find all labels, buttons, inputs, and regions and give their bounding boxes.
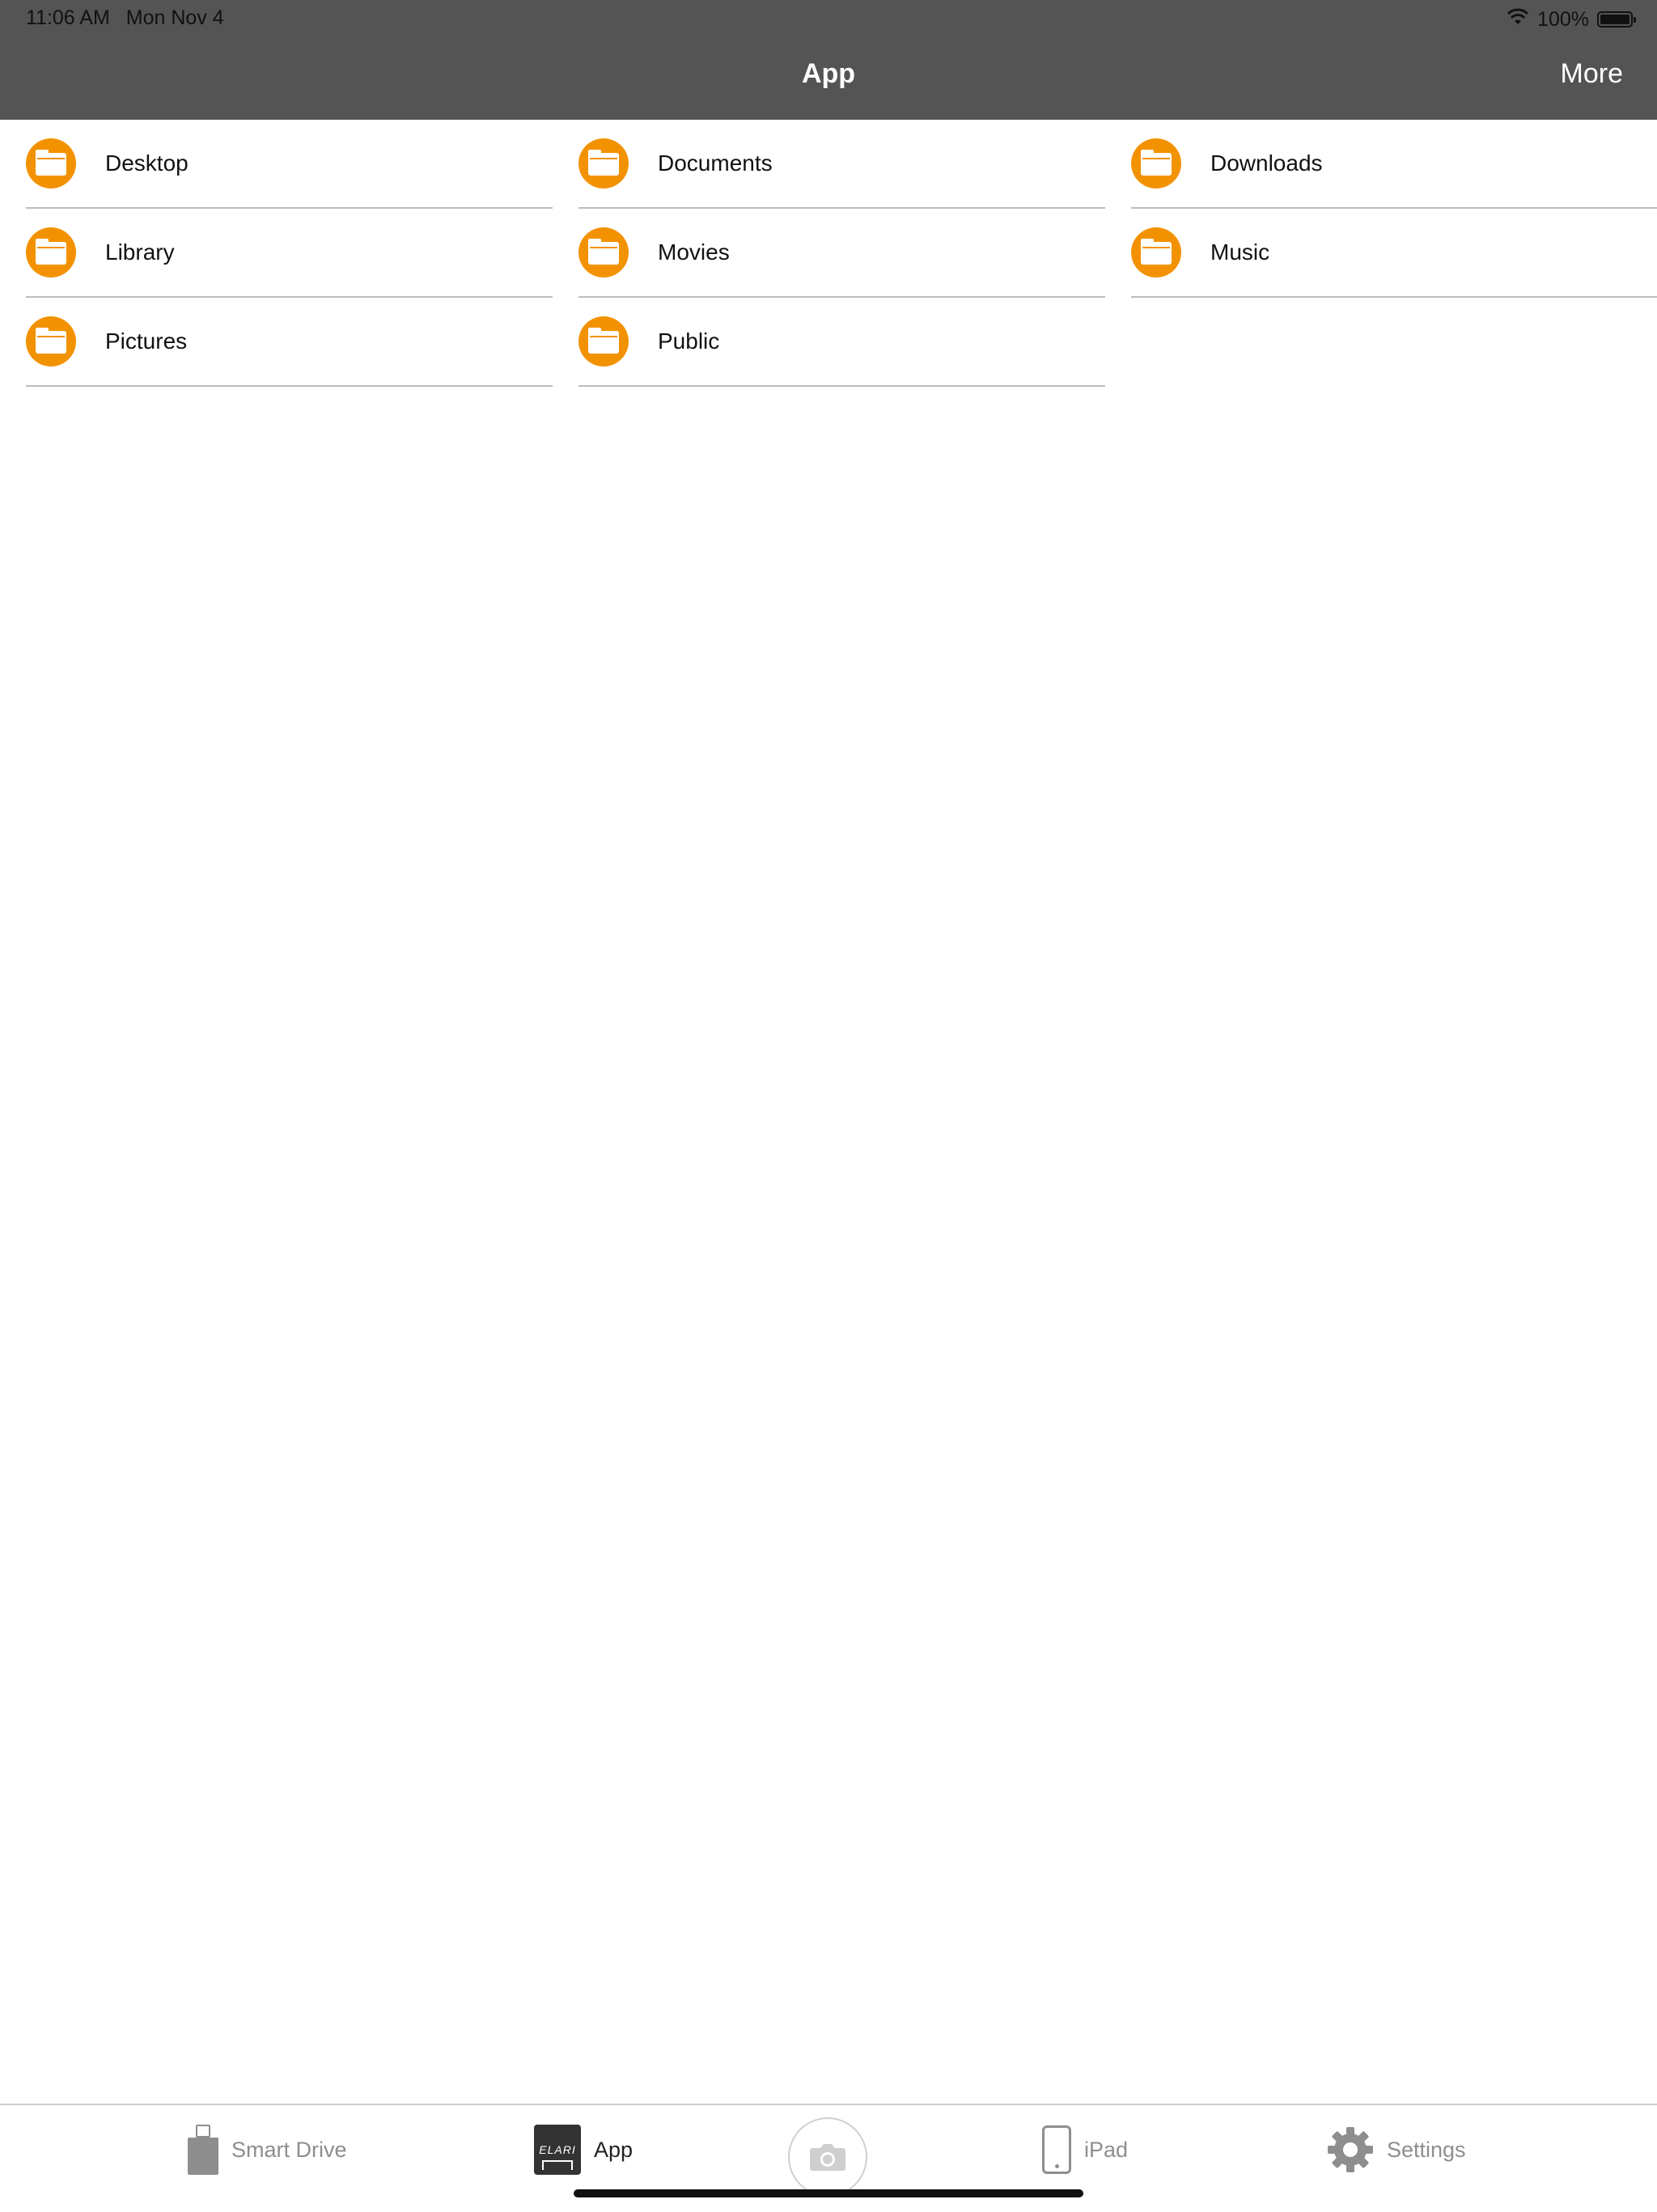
usb-drive-icon	[188, 2125, 218, 2175]
status-date: Mon Nov 4	[125, 6, 224, 29]
folder-item-music[interactable]: Music	[1131, 209, 1657, 298]
tab-label: App	[594, 2137, 634, 2162]
folder-icon	[578, 227, 629, 278]
status-bar-indicators: 100%	[1507, 6, 1636, 32]
folder-label: Public	[658, 328, 720, 354]
folder-label: Pictures	[105, 328, 188, 354]
folder-label: Movies	[658, 239, 730, 265]
folder-item-movies[interactable]: Movies	[578, 209, 1105, 298]
folder-label: Library	[105, 239, 175, 265]
folder-label: Desktop	[105, 150, 189, 176]
folder-item-documents[interactable]: Documents	[578, 120, 1105, 209]
tab-app[interactable]: ELARI App	[534, 2121, 633, 2178]
folder-item-library[interactable]: Library	[26, 209, 553, 298]
status-bar-time: 11:06 AM Mon Nov 4	[26, 6, 224, 30]
tab-label: Smart Drive	[231, 2137, 347, 2162]
battery-level	[1600, 15, 1629, 24]
folder-label: Downloads	[1210, 150, 1323, 176]
folder-icon	[578, 138, 629, 189]
battery-icon	[1597, 11, 1636, 28]
app-icon-text: ELARI	[539, 2143, 576, 2156]
gear-icon	[1327, 2126, 1374, 2173]
empty-cell	[1131, 298, 1657, 387]
tab-settings[interactable]: Settings	[1327, 2121, 1466, 2178]
home-indicator	[574, 2189, 1083, 2197]
folder-item-desktop[interactable]: Desktop	[26, 120, 553, 209]
ipad-icon	[1042, 2125, 1071, 2174]
folder-icon	[1131, 227, 1181, 278]
navigation-bar: 11:06 AM Mon Nov 4 100% App More	[0, 0, 1657, 120]
folder-label: Music	[1210, 239, 1270, 265]
folder-icon	[26, 316, 76, 367]
folder-label: Documents	[658, 150, 773, 176]
folder-item-downloads[interactable]: Downloads	[1131, 120, 1657, 209]
folder-icon	[26, 227, 76, 278]
folder-icon	[578, 316, 629, 367]
folder-icon	[1131, 138, 1181, 189]
camera-button[interactable]	[788, 2117, 867, 2197]
tab-smart-drive[interactable]: Smart Drive	[188, 2121, 347, 2178]
tab-label: Settings	[1387, 2137, 1466, 2162]
folder-icon	[26, 138, 76, 189]
battery-percent: 100%	[1537, 7, 1589, 31]
camera-icon	[810, 2144, 845, 2171]
status-time: 11:06 AM	[26, 6, 110, 29]
folder-item-pictures[interactable]: Pictures	[26, 298, 553, 387]
page-title: App	[801, 58, 856, 89]
wifi-icon	[1507, 8, 1529, 32]
folder-item-public[interactable]: Public	[578, 298, 1105, 387]
tab-ipad[interactable]: iPad	[1042, 2121, 1128, 2178]
tab-label: iPad	[1084, 2137, 1129, 2162]
folder-grid: Desktop Documents Downloads Library Movi…	[26, 120, 1657, 387]
elari-app-icon: ELARI	[534, 2125, 581, 2175]
more-button[interactable]: More	[1561, 58, 1623, 90]
